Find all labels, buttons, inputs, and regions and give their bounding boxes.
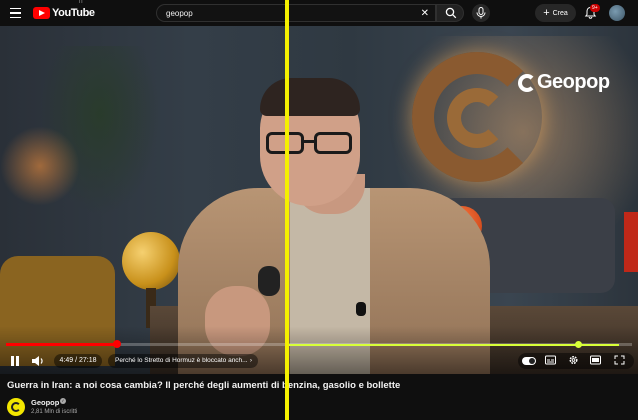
player-controls: 4:49 / 27:18 Perché lo Stretto di Hormuz…	[0, 352, 638, 370]
lapel-mic	[356, 302, 366, 316]
hair	[260, 78, 360, 116]
geopop-logo-icon	[518, 74, 536, 92]
red-lamp	[624, 212, 638, 272]
progress-handle[interactable]	[112, 340, 121, 348]
geopop-avatar-icon	[11, 402, 21, 412]
notification-badge: 9+	[590, 4, 600, 12]
chevron-right-icon: ›	[249, 357, 252, 364]
logo-text: YouTube	[52, 7, 95, 19]
plus-icon: +	[543, 7, 550, 19]
brand-overlay: Geopop	[537, 71, 610, 93]
channel-name[interactable]: Geopop	[31, 398, 59, 407]
youtube-logo[interactable]: YouTube	[33, 7, 95, 19]
verified-icon: ✓	[60, 398, 66, 404]
close-icon[interactable]: ✕	[421, 8, 429, 19]
search-input[interactable]: geopop ✕	[156, 4, 436, 22]
pause-icon[interactable]	[10, 356, 20, 366]
search-input-value: geopop	[166, 9, 193, 18]
fullscreen-icon[interactable]	[614, 355, 625, 365]
miniplayer-icon[interactable]	[590, 355, 601, 365]
autoplay-toggle[interactable]	[522, 357, 536, 365]
time-display[interactable]: 4:49 / 27:18	[54, 354, 102, 368]
split-line	[285, 0, 289, 420]
menu-icon[interactable]	[8, 5, 24, 21]
settings-icon[interactable]	[568, 355, 579, 365]
youtube-play-icon	[33, 7, 50, 19]
video-title: Guerra in Iran: a noi cosa cambia? Il pe…	[7, 380, 401, 391]
subscriber-count: 2,81 Mln di iscritti	[31, 409, 78, 415]
create-button[interactable]: + Crea	[535, 4, 576, 22]
chapter-button[interactable]: Perché lo Stretto di Hormuz è bloccato a…	[108, 354, 258, 368]
mic-icon	[476, 7, 486, 19]
avatar[interactable]	[609, 5, 625, 21]
create-label: Crea	[552, 9, 568, 17]
channel-avatar[interactable]	[7, 398, 25, 416]
progress-fill	[6, 343, 117, 346]
search-button[interactable]	[436, 4, 464, 22]
top-bar: YouTube IT geopop ✕ + Crea 9+	[0, 0, 638, 26]
subtitles-icon[interactable]	[545, 355, 556, 365]
video-player[interactable]: Geopop	[0, 26, 638, 374]
clicker	[258, 266, 280, 296]
logo-country: IT	[79, 0, 84, 5]
lamp-glow	[0, 126, 80, 206]
chapter-title: Perché lo Stretto di Hormuz è bloccato a…	[115, 357, 248, 364]
ambient-dot	[575, 341, 582, 348]
glasses	[266, 132, 356, 154]
search-icon	[445, 7, 457, 19]
volume-icon[interactable]	[31, 355, 45, 367]
ambient-line	[289, 344, 619, 346]
voice-search-button[interactable]	[472, 4, 490, 22]
